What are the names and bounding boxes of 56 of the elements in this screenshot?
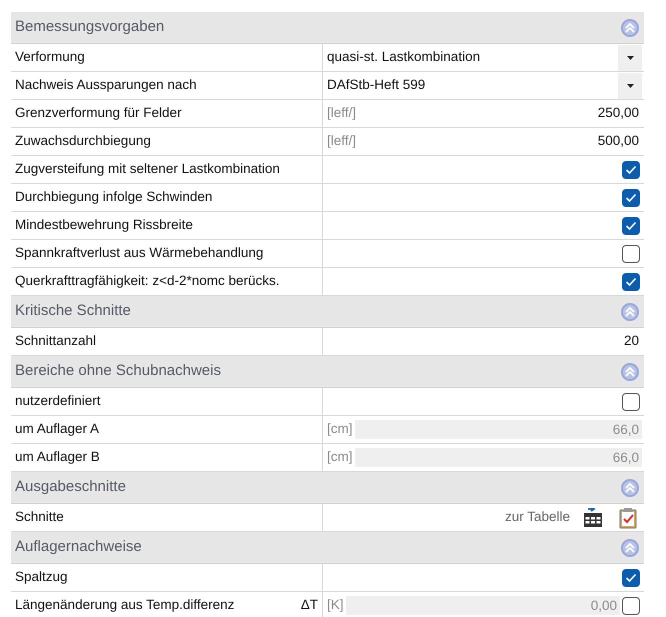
section-title: Kritische Schnitte (15, 301, 131, 322)
property-label: Längenänderung aus Temp.differenz (15, 596, 234, 614)
checkbox[interactable] (622, 216, 640, 234)
section-header[interactable]: Auflagernachweise (11, 532, 644, 564)
checkbox[interactable] (622, 392, 640, 410)
property-label: Schnittanzahl (15, 332, 96, 350)
clipboard-icon[interactable] (618, 506, 638, 528)
symbol-label: ΔT (300, 596, 318, 614)
property-label: um Auflager B (15, 448, 100, 466)
section-header[interactable]: Ausgabeschnitte (11, 472, 644, 504)
section-header[interactable]: Kritische Schnitte (11, 296, 644, 328)
check-icon (625, 276, 637, 286)
section-title: Bemessungsvorgaben (15, 17, 164, 38)
property-label: Verformung (15, 48, 85, 66)
property-label: Nachweis Aussparungen nach (15, 76, 197, 94)
property-label: um Auflager A (15, 420, 100, 438)
dropdown-button[interactable] (618, 72, 642, 98)
property-label: Grenzverformung für Felder (15, 104, 182, 122)
checkbox[interactable] (622, 568, 640, 586)
property-label: Zuwachsdurchbiegung (15, 132, 151, 150)
section-title: Auflagernachweise (15, 537, 142, 558)
section-header[interactable]: Bereiche ohne Schubnachweis (11, 356, 644, 388)
property-label: Spaltzug (15, 568, 68, 586)
unit-label: [K] (327, 596, 344, 614)
checkbox[interactable] (622, 160, 640, 178)
dropdown-value[interactable]: quasi-st. Lastkombination (327, 47, 616, 68)
property-label: Spannkraftverlust aus Wärmebehandlung (15, 244, 264, 262)
table-icon[interactable] (582, 508, 604, 528)
check-icon (625, 164, 637, 174)
caret-icon (626, 84, 634, 88)
value-field[interactable]: 500,00 (358, 131, 642, 152)
table-link[interactable]: zur Tabelle (327, 507, 580, 528)
checkbox[interactable] (622, 188, 640, 206)
unit-label: [leff/] (327, 132, 356, 150)
unit-label: [cm] (327, 448, 352, 466)
check-icon (625, 220, 637, 230)
unit-label: [leff/] (327, 104, 356, 122)
value-field[interactable]: 20 (327, 331, 642, 352)
value-field[interactable]: 250,00 (358, 103, 642, 124)
checkbox[interactable] (622, 244, 640, 262)
dropdown-value[interactable]: DAfStb-Heft 599 (327, 75, 616, 96)
caret-icon (626, 56, 634, 60)
unit-label: [cm] (327, 420, 352, 438)
dropdown-button[interactable] (618, 44, 642, 70)
property-label: Querkrafttragfähigkeit: z<d-2*nomc berücks. (15, 272, 280, 290)
checkbox[interactable] (622, 272, 640, 290)
property-label: Zugversteifung mit seltener Lastkombination (15, 160, 280, 178)
property-label: nutzerdefiniert (15, 392, 101, 410)
section-header[interactable]: Bemessungsvorgaben (11, 12, 644, 44)
check-icon (625, 192, 637, 202)
property-label: Schnitte (15, 508, 64, 526)
property-label: Mindestbewehrung Rissbreite (15, 216, 193, 234)
property-label: Durchbiegung infolge Schwinden (15, 188, 212, 206)
section-title: Bereiche ohne Schubnachweis (15, 361, 221, 382)
section-title: Ausgabeschnitte (15, 477, 126, 498)
check-icon (625, 572, 637, 582)
